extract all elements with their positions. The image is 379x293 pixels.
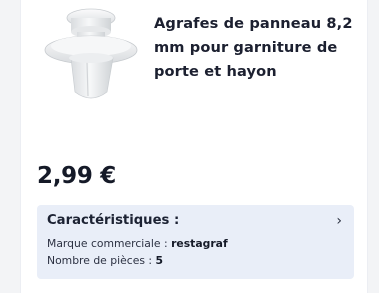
features-heading: Caractéristiques :	[47, 213, 180, 228]
product-price: 2,99 €	[37, 163, 116, 189]
feature-row-brand: Marque commerciale : restagraf	[47, 237, 228, 250]
product-card[interactable]: Agrafes de panneau 8,2 mm pour garniture…	[20, 0, 368, 293]
features-panel[interactable]: Caractéristiques : › Marque commerciale …	[37, 205, 354, 279]
product-image[interactable]	[35, 4, 147, 108]
feature-label: Nombre de pièces :	[47, 254, 156, 267]
feature-row-piece-count: Nombre de pièces : 5	[47, 254, 163, 267]
chevron-right-icon[interactable]: ›	[336, 213, 342, 229]
plastic-panel-clip-image	[44, 8, 138, 99]
feature-value: restagraf	[171, 237, 228, 250]
feature-value: 5	[155, 254, 163, 267]
product-title[interactable]: Agrafes de panneau 8,2 mm pour garniture…	[154, 12, 354, 84]
feature-label: Marque commerciale :	[47, 237, 172, 250]
